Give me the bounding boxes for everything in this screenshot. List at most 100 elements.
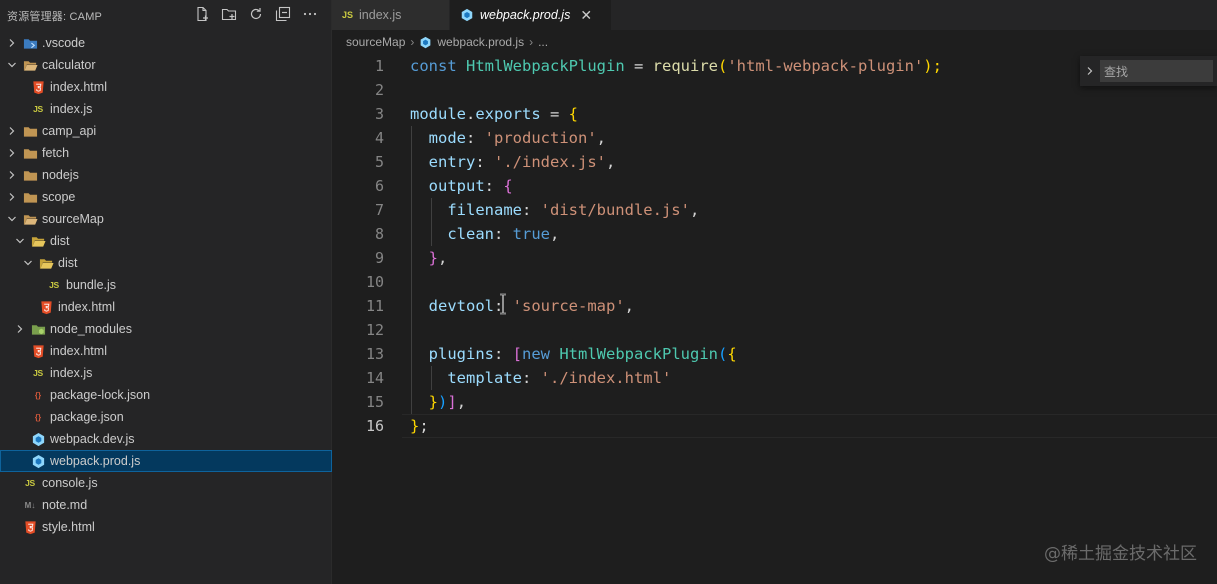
js-icon: JS <box>25 478 35 488</box>
code-line-5: 5 entry: './index.js', <box>332 150 1217 174</box>
line-number: 4 <box>374 129 384 147</box>
tree-item-label: sourceMap <box>42 212 104 226</box>
code-text: output: { <box>428 177 513 195</box>
tree-item-label: package-lock.json <box>50 388 151 402</box>
folder-open-icon <box>22 57 38 73</box>
js-icon: JS <box>33 368 43 378</box>
code-text: clean: true, <box>447 225 560 243</box>
tree-item-index-js[interactable]: JS index.js <box>0 98 332 120</box>
line-number: 6 <box>374 177 384 195</box>
tree-item-label: webpack.prod.js <box>50 454 141 468</box>
line-number: 8 <box>374 225 384 243</box>
explorer-title: 资源管理器: CAMP <box>7 11 103 23</box>
chevron-right-icon <box>14 323 26 335</box>
tree-item-index-html[interactable]: index.html <box>0 76 332 98</box>
code-text: template: './index.html' <box>447 369 672 387</box>
tree-item-dist[interactable]: dist <box>0 230 332 252</box>
find-input[interactable]: 查找 <box>1100 60 1213 82</box>
folder-open-icon <box>22 211 38 227</box>
tree-item-index-html[interactable]: index.html <box>0 296 332 318</box>
tree-item-console-js[interactable]: JS console.js <box>0 472 332 494</box>
webpack-icon <box>460 8 474 22</box>
js-icon: JS <box>49 280 59 290</box>
tree-item-fetch[interactable]: fetch <box>0 142 332 164</box>
toggle-replace-chevron-icon[interactable] <box>1080 66 1100 76</box>
html-icon <box>38 299 54 315</box>
line-number: 14 <box>365 369 384 387</box>
folder-icon <box>22 167 38 183</box>
tree-item-bundle-js[interactable]: JS bundle.js <box>0 274 332 296</box>
code-line-10: 10 <box>332 270 1217 294</box>
chevron-right-icon: › <box>410 35 415 49</box>
webpack-icon <box>30 453 46 469</box>
line-number: 7 <box>374 201 384 219</box>
line-number: 10 <box>365 273 384 291</box>
more-icon[interactable] <box>301 5 319 23</box>
tree-item-package-json[interactable]: {} package.json <box>0 406 332 428</box>
tree-item-label: dist <box>50 234 70 248</box>
line-number: 5 <box>374 153 384 171</box>
new-file-icon[interactable] <box>193 5 211 23</box>
tree-item-label: dist <box>58 256 78 270</box>
tree-item-scope[interactable]: scope <box>0 186 332 208</box>
breadcrumb-file[interactable]: webpack.prod.js <box>437 35 524 49</box>
tree-item-webpack-dev-js[interactable]: webpack.dev.js <box>0 428 332 450</box>
tree-item-note-md[interactable]: M↓ note.md <box>0 494 332 516</box>
code-line-8: 8 clean: true, <box>332 222 1217 246</box>
code-line-13: 13 plugins: [new HtmlWebpackPlugin({ <box>332 342 1217 366</box>
js-icon: JS <box>33 104 43 114</box>
tree-item-webpack-prod-js[interactable]: webpack.prod.js <box>0 450 332 472</box>
code-line-16: 16 }; <box>332 414 1217 438</box>
code-line-9: 9 }, <box>332 246 1217 270</box>
tree-item-dist[interactable]: dist <box>0 252 332 274</box>
tree-item-package-lock-json[interactable]: {} package-lock.json <box>0 384 332 406</box>
dist-folder-icon <box>38 255 54 271</box>
line-number: 9 <box>374 249 384 267</box>
code-text: module.exports = { <box>410 105 579 123</box>
chevron-right-icon: › <box>529 35 534 49</box>
tree-item-style-html[interactable]: style.html <box>0 516 332 538</box>
close-icon[interactable]: ✕ <box>580 7 592 24</box>
tree-item-label: webpack.dev.js <box>50 432 135 446</box>
code-text: devtool: 'source-map', <box>428 297 634 315</box>
tab-webpack-prod-js[interactable]: webpack.prod.js ✕ <box>450 0 612 30</box>
line-number: 16 <box>365 417 384 435</box>
find-input-placeholder: 查找 <box>1104 64 1129 79</box>
chevron-right-icon <box>6 169 18 181</box>
collapse-all-icon[interactable] <box>274 5 292 23</box>
tree-item-label: note.md <box>42 498 88 512</box>
breadcrumb-folder[interactable]: sourceMap <box>346 35 405 49</box>
tree-item-camp-api[interactable]: camp_api <box>0 120 332 142</box>
tree-item-index-html[interactable]: index.html <box>0 340 332 362</box>
tree-item-label: index.html <box>50 344 107 358</box>
tree-item-sourcemap[interactable]: sourceMap <box>0 208 332 230</box>
code-line-15: 15 })], <box>332 390 1217 414</box>
new-folder-icon[interactable] <box>220 5 238 23</box>
tree-item-label: fetch <box>42 146 70 160</box>
tree-item-label: index.html <box>58 300 115 314</box>
tab-index-js[interactable]: JS index.js <box>332 0 450 30</box>
line-number: 12 <box>365 321 384 339</box>
tree-item-index-js[interactable]: JS index.js <box>0 362 332 384</box>
tree-item-label: node_modules <box>50 322 133 336</box>
code-editor[interactable]: 1 const HtmlWebpackPlugin = require('htm… <box>332 54 1217 584</box>
breadcrumb-symbols[interactable]: ... <box>538 35 548 49</box>
tree-item-node-modules[interactable]: node_modules <box>0 318 332 340</box>
editor-tab-bar: JS index.js webpack.prod.js ✕ <box>332 0 1217 30</box>
chevron-right-icon <box>6 147 18 159</box>
code-line-6: 6 output: { <box>332 174 1217 198</box>
refresh-icon[interactable] <box>247 5 265 23</box>
tree-item-label: index.js <box>50 366 93 380</box>
tree-item-label: style.html <box>42 520 95 534</box>
chevron-right-icon <box>6 125 18 137</box>
tree-item-nodejs[interactable]: nodejs <box>0 164 332 186</box>
tree-item-calculator[interactable]: calculator <box>0 54 332 76</box>
line-number: 13 <box>365 345 384 363</box>
html-icon <box>30 79 46 95</box>
explorer-header: 资源管理器: CAMP <box>0 0 331 30</box>
tree-item-vscode[interactable]: .vscode <box>0 32 332 54</box>
explorer-sidebar: 资源管理器: CAMP .vscode calculator index.html J… <box>0 0 332 584</box>
chevron-down-icon <box>6 59 18 71</box>
markdown-icon: M↓ <box>24 500 36 510</box>
tree-item-label: console.js <box>42 476 98 490</box>
